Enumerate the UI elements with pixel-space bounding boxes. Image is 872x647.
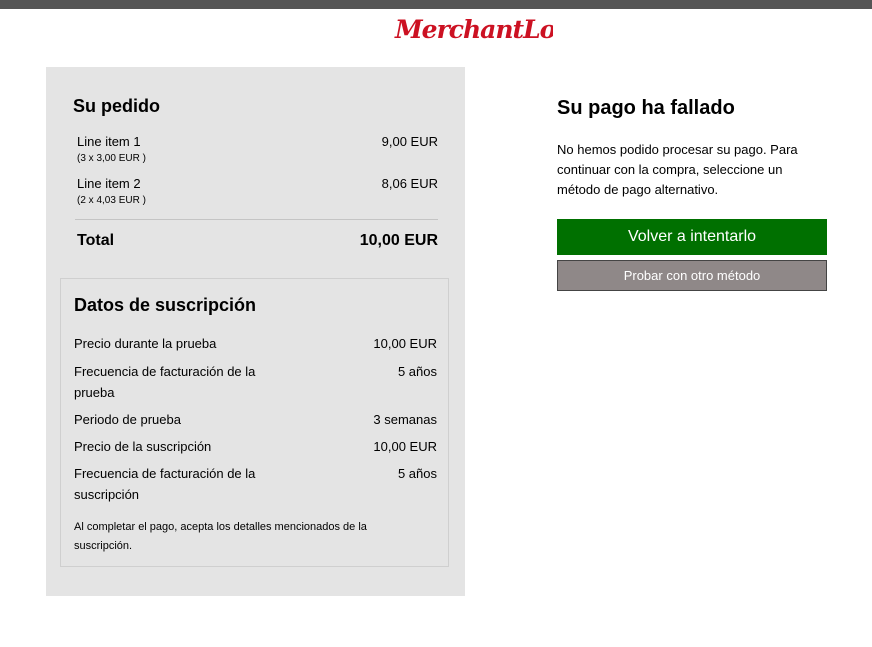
- try-other-method-button[interactable]: Probar con otro método: [557, 260, 827, 291]
- subscription-details: Datos de suscripción Precio durante la p…: [60, 278, 449, 567]
- subscription-row-value: 10,00 EUR: [373, 439, 437, 454]
- payment-failed-title: Su pago ha fallado: [557, 97, 735, 119]
- subscription-row-label: Frecuencia de facturación de la suscripc…: [74, 466, 256, 502]
- divider: [75, 219, 438, 220]
- subscription-row-value: 3 semanas: [373, 412, 437, 427]
- line-item-name: Line item 2: [77, 176, 141, 191]
- subscription-row-label: Periodo de prueba: [74, 412, 181, 427]
- line-item-price: 9,00 EUR: [381, 134, 438, 149]
- order-title: Su pedido: [73, 96, 160, 116]
- total-value: 10,00 EUR: [359, 232, 438, 249]
- line-item-price: 8,06 EUR: [381, 176, 438, 191]
- merchant-logo: MerchantLogo: [393, 10, 553, 46]
- total-label: Total: [77, 232, 115, 249]
- subscription-title: Datos de suscripción: [74, 295, 257, 315]
- subscription-row-value: 5 años: [397, 466, 437, 481]
- subscription-row-value: 5 años: [397, 364, 437, 379]
- subscription-row-label: Precio de la suscripción: [74, 439, 212, 454]
- subscription-row-label: Precio durante la prueba: [74, 336, 217, 351]
- order-summary-panel: Su pedido Line item 1 9,00 EUR (3 x 3,00…: [46, 67, 465, 596]
- top-bar: [0, 0, 872, 9]
- subscription-row-label: Frecuencia de facturación de la prueba: [74, 364, 256, 400]
- subscription-note: Al completar el pago, acepta los detalle…: [74, 521, 367, 552]
- line-item-detail: (2 x 4,03 EUR ): [77, 195, 146, 206]
- line-item-detail: (3 x 3,00 EUR ): [77, 153, 146, 164]
- merchant-logo-text: MerchantLogo: [394, 15, 553, 44]
- payment-failed-message: No hemos podido procesar su pago. Para c…: [557, 142, 798, 197]
- retry-button[interactable]: Volver a intentarlo: [557, 219, 827, 255]
- subscription-row-value: 10,00 EUR: [373, 336, 437, 351]
- line-item-name: Line item 1: [77, 134, 141, 149]
